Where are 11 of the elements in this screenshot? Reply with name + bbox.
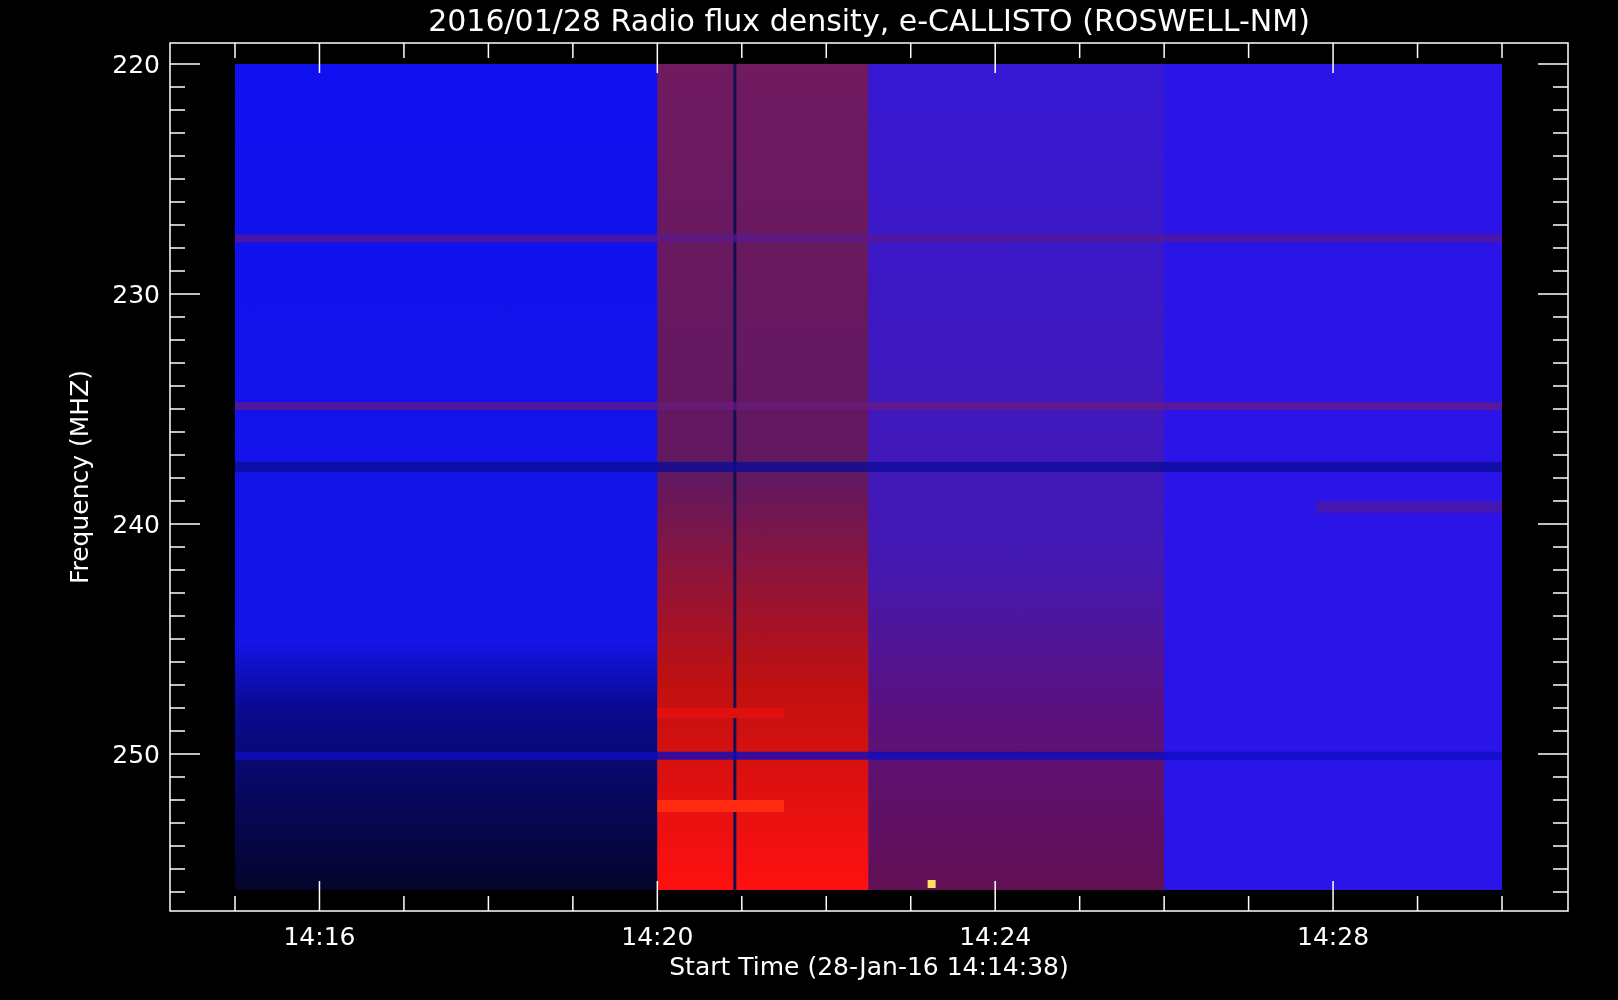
x-tick-label: 14:20 — [621, 922, 694, 951]
y-tick-label: 240 — [112, 510, 160, 539]
y-tick-label: 230 — [112, 280, 160, 309]
x-tick-label: 14:24 — [959, 922, 1032, 951]
chart-title: 2016/01/28 Radio flux density, e-CALLISTO (ROSWELL-NM) — [428, 3, 1310, 38]
y-tick-label: 220 — [112, 50, 160, 79]
x-axis-label: Start Time (28-Jan-16 14:14:38) — [669, 952, 1069, 981]
x-tick-label: 14:28 — [1297, 922, 1370, 951]
x-tick-label: 14:16 — [283, 922, 356, 951]
y-tick-label: 250 — [112, 740, 160, 769]
y-axis-label: Frequency (MHZ) — [65, 369, 94, 585]
